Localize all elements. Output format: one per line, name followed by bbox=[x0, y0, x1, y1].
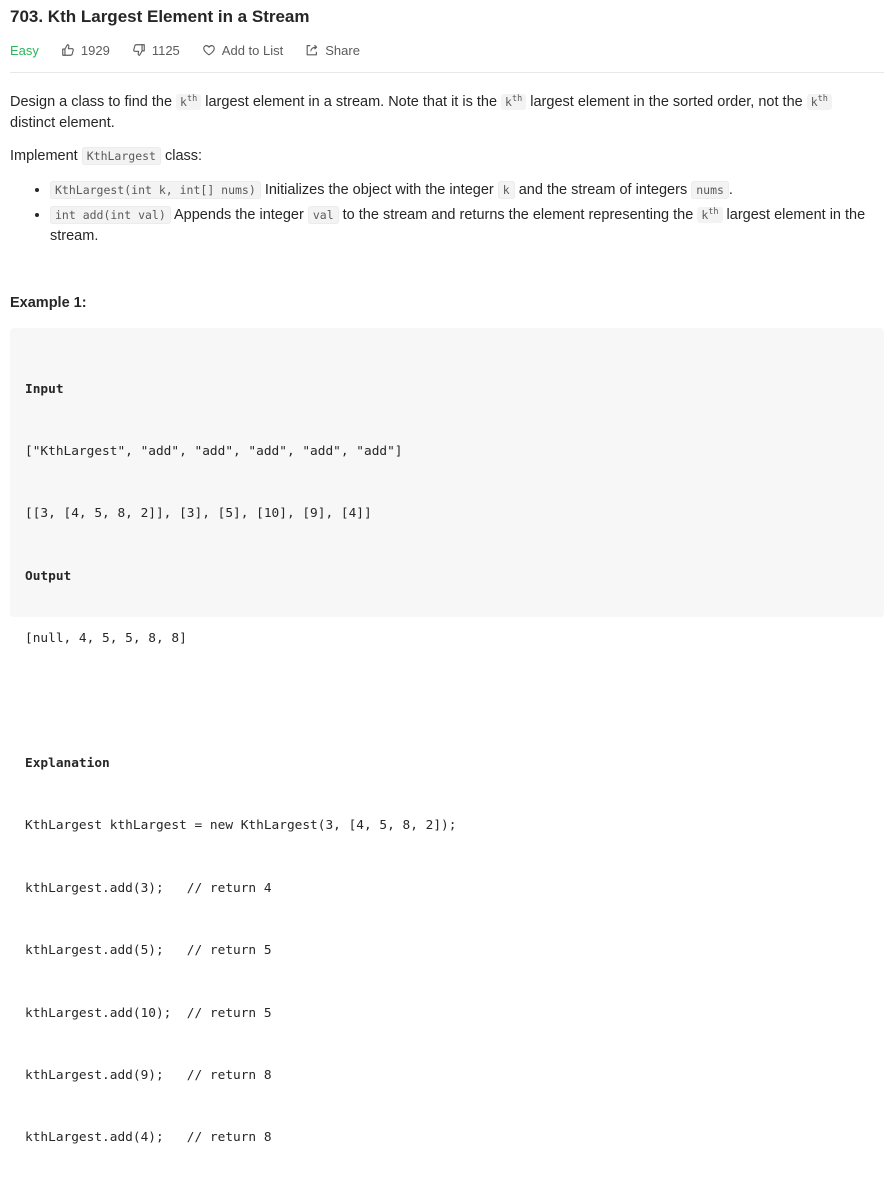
thumbs-down-icon bbox=[132, 44, 145, 56]
list-item: int add(int val) Appends the integer val… bbox=[50, 202, 870, 247]
example-title: Example 1: bbox=[10, 295, 87, 311]
output-label: Output bbox=[25, 568, 72, 584]
list-item: KthLargest(int k, int[] nums) Initialize… bbox=[50, 180, 870, 201]
explanation-line: kthLargest.add(9); // return 8 bbox=[25, 1067, 272, 1083]
text: largest element in the sorted order, not… bbox=[526, 94, 807, 110]
problem-meta-bar: Easy 1929 1125 Add to List Share bbox=[10, 41, 382, 59]
text: largest element in a stream. Note that i… bbox=[201, 94, 502, 110]
text: class: bbox=[160, 148, 203, 164]
like-count: 1929 bbox=[80, 42, 110, 58]
problem-page: 703. Kth Largest Element in a Stream Eas… bbox=[0, 0, 887, 1145]
kth-code: kth bbox=[176, 94, 202, 110]
input-label: Input bbox=[25, 381, 64, 397]
add-to-list-label: Add to List bbox=[221, 42, 284, 58]
share-button[interactable]: Share bbox=[305, 43, 360, 58]
val-code: val bbox=[307, 206, 339, 224]
method-list: KthLargest(int k, int[] nums) Initialize… bbox=[10, 180, 870, 248]
heart-icon bbox=[202, 45, 215, 56]
description-paragraph: Design a class to find the kth largest e… bbox=[10, 89, 870, 134]
example-box: Input ["KthLargest", "add", "add", "add"… bbox=[10, 328, 884, 1145]
input-line: ["KthLargest", "add", "add", "add", "add… bbox=[25, 443, 403, 459]
kth-code: kth bbox=[806, 94, 832, 110]
k-code: k bbox=[497, 181, 515, 199]
explanation-line: kthLargest.add(3); // return 4 bbox=[25, 880, 272, 896]
text: distinct element. bbox=[10, 115, 115, 131]
share-icon bbox=[306, 44, 318, 56]
explanation-line: kthLargest.add(4); // return 8 bbox=[25, 1130, 272, 1146]
constructor-code: KthLargest(int k, int[] nums) bbox=[50, 181, 261, 199]
add-method-code: int add(int val) bbox=[50, 206, 171, 224]
problem-title: 703. Kth Largest Element in a Stream bbox=[10, 7, 310, 26]
dislike-button[interactable]: 1125 bbox=[132, 43, 180, 58]
explanation-line: kthLargest.add(5); // return 5 bbox=[25, 943, 272, 959]
output-line: [null, 4, 5, 5, 8, 8] bbox=[25, 631, 187, 647]
implement-paragraph: Implement KthLargest class: bbox=[10, 146, 870, 167]
text: Design a class to find the bbox=[10, 94, 177, 110]
kth-code: kth bbox=[697, 207, 723, 223]
kth-code: kth bbox=[501, 94, 527, 110]
input-line: [[3, [4, 5, 8, 2]], [3], [5], [10], [9],… bbox=[25, 506, 372, 522]
divider bbox=[10, 72, 884, 73]
like-button[interactable]: 1929 bbox=[61, 43, 110, 58]
share-label: Share bbox=[325, 42, 360, 58]
add-to-list-button[interactable]: Add to List bbox=[202, 43, 283, 58]
text: Implement bbox=[10, 148, 82, 164]
thumbs-up-icon bbox=[62, 44, 74, 56]
difficulty-badge: Easy bbox=[10, 42, 39, 58]
explanation-line: KthLargest kthLargest = new KthLargest(3… bbox=[25, 818, 457, 834]
nums-code: nums bbox=[691, 181, 729, 199]
example-code: Input ["KthLargest", "add", "add", "add"… bbox=[25, 338, 456, 1191]
dislike-count: 1125 bbox=[151, 42, 180, 58]
explanation-label: Explanation bbox=[25, 755, 110, 771]
explanation-line: kthLargest.add(10); // return 5 bbox=[25, 1005, 272, 1021]
class-name-code: KthLargest bbox=[81, 147, 161, 165]
